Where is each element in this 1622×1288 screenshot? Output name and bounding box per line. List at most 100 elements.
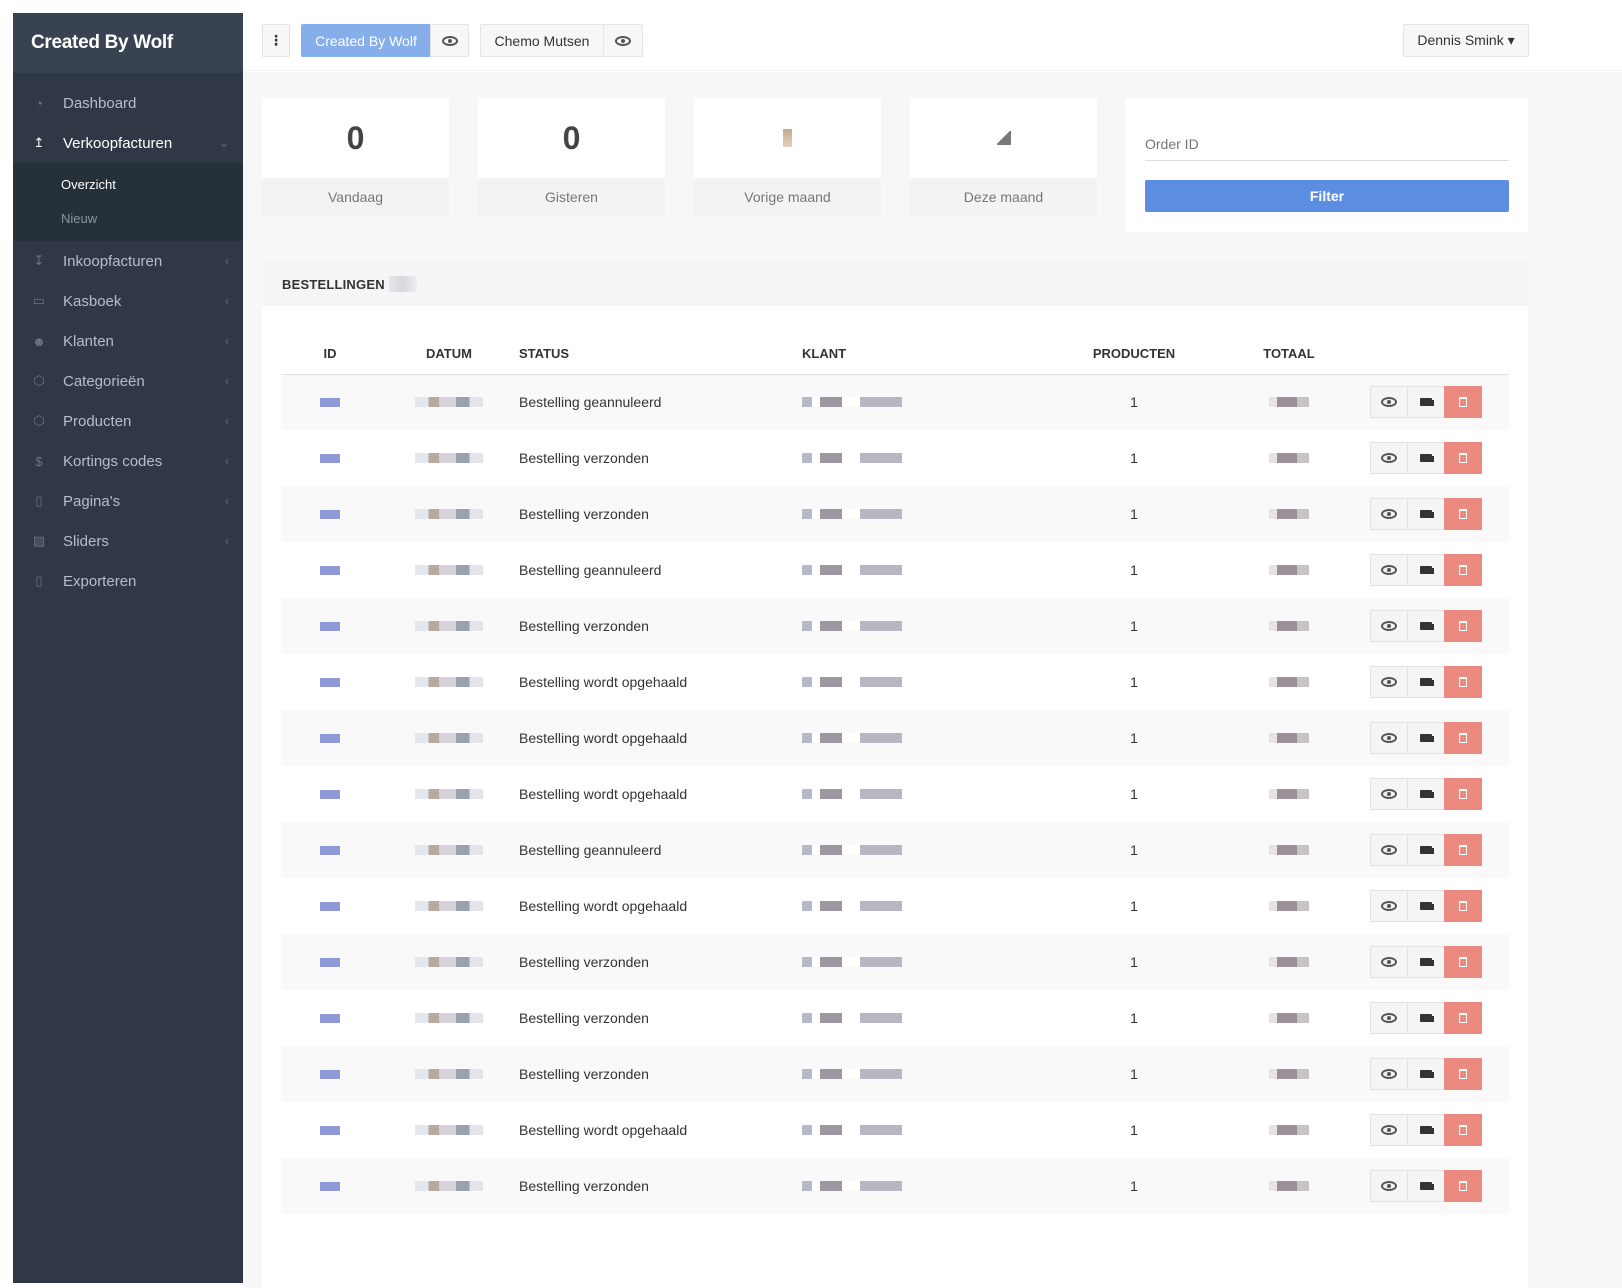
ship-order-button[interactable] [1407,1058,1445,1090]
delete-order-button[interactable] [1444,610,1482,642]
table-row[interactable]: Bestelling geannuleerd 1 [281,822,1509,878]
ship-order-button[interactable] [1407,1002,1445,1034]
view-order-button[interactable] [1370,554,1408,586]
sidebar-item-kasboek[interactable]: ▭ Kasboek ‹ [13,281,243,321]
table-row[interactable]: Bestelling verzonden 1 [281,1046,1509,1102]
order-id-redacted[interactable] [281,766,379,822]
table-row[interactable]: Bestelling wordt opgehaald 1 [281,878,1509,934]
sidebar-subitem-overzicht[interactable]: Overzicht [13,167,243,201]
ship-order-button[interactable] [1407,722,1445,754]
delete-order-button[interactable] [1444,722,1482,754]
col-producten[interactable]: PRODUCTEN [1060,334,1208,375]
col-status[interactable]: STATUS [519,334,802,375]
preview-shop1-button[interactable] [430,24,469,57]
sidebar-item-kortings-codes[interactable]: $ Kortings codes ‹ [13,441,243,481]
delete-order-button[interactable] [1444,386,1482,419]
delete-order-button[interactable] [1444,946,1482,978]
order-id-redacted[interactable] [281,486,379,542]
table-row[interactable]: Bestelling wordt opgehaald 1 [281,766,1509,822]
order-id-redacted[interactable] [281,710,379,766]
sidebar-item-sliders[interactable]: ▨ Sliders ‹ [13,521,243,561]
table-row[interactable]: Bestelling wordt opgehaald 1 [281,1102,1509,1158]
ship-order-button[interactable] [1407,834,1445,866]
sidebar-subitem-nieuw[interactable]: Nieuw [13,201,243,235]
view-order-button[interactable] [1370,666,1408,698]
order-id-redacted[interactable] [281,598,379,654]
delete-order-button[interactable] [1444,442,1482,474]
view-order-button[interactable] [1370,946,1408,978]
order-id-redacted[interactable] [281,1158,379,1214]
delete-order-button[interactable] [1444,1002,1482,1034]
view-order-button[interactable] [1370,722,1408,754]
sidebar-item-inkoopfacturen[interactable]: ↧ Inkoopfacturen ‹ [13,241,243,281]
sidebar-item-categorieen[interactable]: ⬡ Categorieën ‹ [13,361,243,401]
delete-order-button[interactable] [1444,554,1482,586]
view-order-button[interactable] [1370,1058,1408,1090]
order-id-input[interactable] [1145,128,1509,161]
table-row[interactable]: Bestelling verzonden 1 [281,1158,1509,1214]
ship-order-button[interactable] [1407,1170,1445,1202]
brand-logo[interactable]: Created By Wolf [13,13,243,73]
view-order-button[interactable] [1370,1114,1408,1146]
view-order-button[interactable] [1370,834,1408,866]
order-id-redacted[interactable] [281,1046,379,1102]
table-row[interactable]: Bestelling verzonden 1 [281,598,1509,654]
order-id-redacted[interactable] [281,1102,379,1158]
ship-order-button[interactable] [1407,610,1445,642]
ship-order-button[interactable] [1407,946,1445,978]
table-row[interactable]: Bestelling verzonden 1 [281,990,1509,1046]
view-order-button[interactable] [1370,442,1408,474]
shop-chemo-mutsen-button[interactable]: Chemo Mutsen [480,24,604,57]
view-order-button[interactable] [1370,498,1408,530]
view-order-button[interactable] [1370,778,1408,810]
sidebar-item-klanten[interactable]: ☻ Klanten ‹ [13,321,243,361]
ship-order-button[interactable] [1407,778,1445,810]
delete-order-button[interactable] [1444,778,1482,810]
ship-order-button[interactable] [1407,890,1445,922]
delete-order-button[interactable] [1444,498,1482,530]
order-id-redacted[interactable] [281,934,379,990]
order-id-redacted[interactable] [281,430,379,486]
table-row[interactable]: Bestelling verzonden 1 [281,934,1509,990]
order-id-redacted[interactable] [281,542,379,598]
preview-shop2-button[interactable] [603,24,643,57]
ship-order-button[interactable] [1407,498,1445,530]
col-totaal[interactable]: TOTAAL [1208,334,1370,375]
filter-button[interactable]: Filter [1145,180,1509,212]
delete-order-button[interactable] [1444,1058,1482,1090]
ship-order-button[interactable] [1407,442,1445,474]
col-klant[interactable]: KLANT [802,334,1060,375]
delete-order-button[interactable] [1444,1170,1482,1202]
more-menu-button[interactable]: ⋮ [262,24,290,57]
ship-order-button[interactable] [1407,1114,1445,1146]
table-row[interactable]: Bestelling geannuleerd 1 [281,374,1509,430]
delete-order-button[interactable] [1444,890,1482,922]
sidebar-item-exporteren[interactable]: ▯ Exporteren [13,561,243,601]
sidebar-item-producten[interactable]: ⬡ Producten ‹ [13,401,243,441]
view-order-button[interactable] [1370,1002,1408,1034]
order-id-redacted[interactable] [281,990,379,1046]
delete-order-button[interactable] [1444,1114,1482,1146]
col-datum[interactable]: DATUM [379,334,519,375]
delete-order-button[interactable] [1444,834,1482,866]
order-id-redacted[interactable] [281,878,379,934]
view-order-button[interactable] [1370,610,1408,642]
delete-order-button[interactable] [1444,666,1482,698]
shop-created-by-wolf-button[interactable]: Created By Wolf [301,24,431,57]
order-id-redacted[interactable] [281,374,379,430]
order-id-redacted[interactable] [281,822,379,878]
col-id[interactable]: ID [281,334,379,375]
order-id-redacted[interactable] [281,654,379,710]
view-order-button[interactable] [1370,386,1408,419]
table-row[interactable]: Bestelling geannuleerd 1 [281,542,1509,598]
table-row[interactable]: Bestelling wordt opgehaald 1 [281,654,1509,710]
view-order-button[interactable] [1370,1170,1408,1202]
ship-order-button[interactable] [1407,666,1445,698]
ship-order-button[interactable] [1407,386,1445,419]
table-row[interactable]: Bestelling wordt opgehaald 1 [281,710,1509,766]
sidebar-item-paginas[interactable]: ▯ Pagina's ‹ [13,481,243,521]
table-row[interactable]: Bestelling verzonden 1 [281,486,1509,542]
sidebar-item-dashboard[interactable]: ◔ Dashboard [13,83,243,123]
table-row[interactable]: Bestelling verzonden 1 [281,430,1509,486]
user-menu-button[interactable]: Dennis Smink ▾ [1403,24,1529,57]
